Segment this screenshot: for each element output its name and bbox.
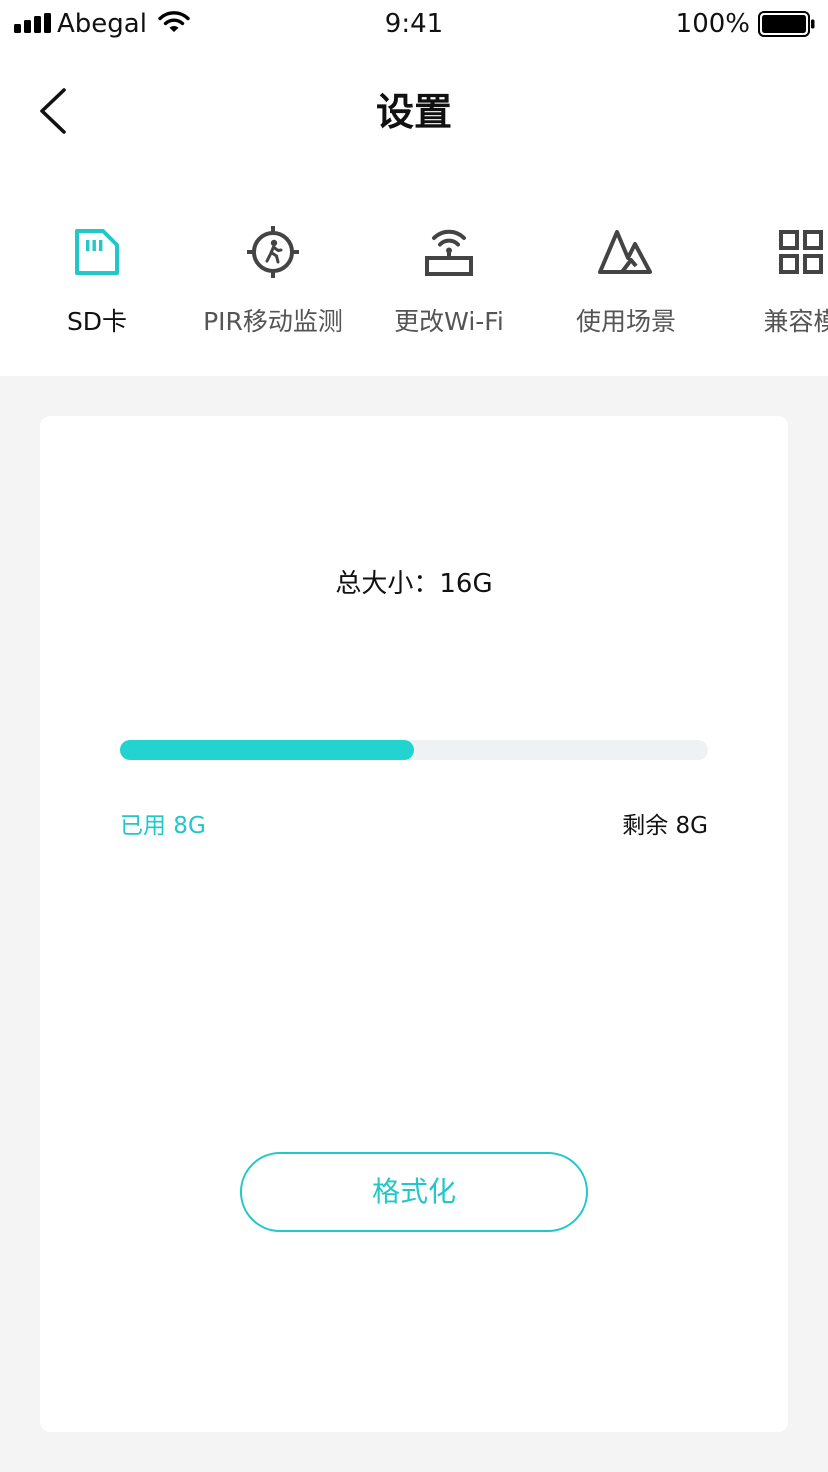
storage-progress-bar — [120, 740, 708, 760]
storage-progress-fill — [120, 740, 414, 760]
settings-tab-bar: SD卡 PIR移动监测 更改Wi-Fi 使用场景 兼容模 — [0, 200, 828, 350]
page-title: 设置 — [375, 90, 452, 134]
wifi-router-icon — [425, 229, 473, 276]
format-button[interactable]: 格式化 — [240, 1152, 588, 1232]
tab-label: 兼容模 — [763, 307, 828, 336]
tab-label: PIR移动监测 — [203, 307, 343, 336]
remaining-space: 剩余 8G — [622, 813, 708, 839]
sd-card-panel: 总大小：16G 已用 8G 剩余 8G 格式化 — [40, 416, 788, 1432]
tab-change-wifi[interactable]: 更改Wi-Fi — [359, 200, 539, 350]
grid-icon — [779, 230, 823, 274]
battery-percentage: 100% — [675, 9, 750, 39]
mountain-icon — [598, 230, 652, 274]
motion-target-icon — [247, 226, 299, 278]
tab-pir-motion[interactable]: PIR移动监测 — [183, 200, 363, 350]
tab-compatibility-mode[interactable]: 兼容模 — [711, 200, 828, 350]
total-size: 总大小：16G — [335, 569, 493, 599]
tab-sd-card[interactable]: SD卡 — [7, 200, 187, 350]
battery-icon — [758, 11, 815, 37]
tab-usage-scene[interactable]: 使用场景 — [536, 200, 716, 350]
tab-label: 使用场景 — [575, 307, 676, 336]
sd-card-icon — [75, 229, 119, 275]
tab-label: SD卡 — [66, 307, 128, 336]
used-space: 已用 8G — [120, 813, 206, 839]
tab-label: 更改Wi-Fi — [394, 307, 504, 336]
status-bar: Abegal 9:41 100% — [0, 0, 828, 48]
